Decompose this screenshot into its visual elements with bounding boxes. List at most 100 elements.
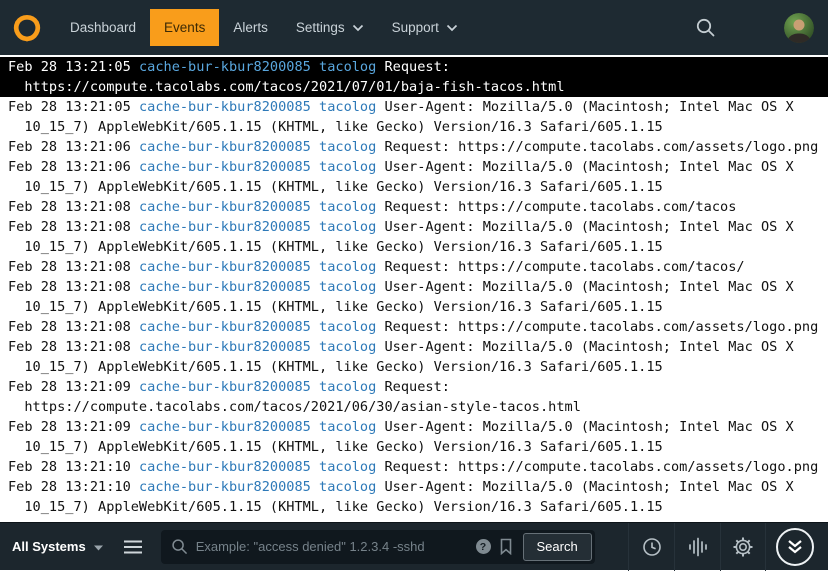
system-selector[interactable]: All Systems bbox=[12, 539, 113, 554]
footer-icon-group bbox=[628, 523, 766, 571]
search-input[interactable] bbox=[196, 539, 468, 554]
log-event-row[interactable]: Feb 28 13:21:09 cache-bur-kbur8200085 ta… bbox=[0, 417, 828, 457]
log-event-row[interactable]: Feb 28 13:21:08 cache-bur-kbur8200085 ta… bbox=[0, 197, 828, 217]
log-message: Request: https://compute.tacolabs.com/as… bbox=[385, 139, 819, 155]
search-button[interactable]: Search bbox=[523, 533, 592, 561]
log-program-link[interactable]: tacolog bbox=[319, 379, 376, 395]
nav-item-label: Alerts bbox=[233, 20, 268, 35]
log-timestamp: Feb 28 13:21:08 bbox=[8, 319, 131, 335]
log-event-row[interactable]: Feb 28 13:21:08 cache-bur-kbur8200085 ta… bbox=[0, 337, 828, 377]
caret-down-icon bbox=[94, 539, 103, 554]
log-program-link[interactable]: tacolog bbox=[319, 139, 376, 155]
log-timestamp: Feb 28 13:21:05 bbox=[8, 59, 131, 75]
double-chevron-down-icon bbox=[786, 539, 804, 554]
log-program-link[interactable]: tacolog bbox=[319, 419, 376, 435]
log-message: Request: https://compute.tacolabs.com/ta… bbox=[385, 199, 737, 215]
log-host-link[interactable]: cache-bur-kbur8200085 bbox=[139, 339, 311, 355]
search-bar: ? Search bbox=[161, 530, 595, 564]
log-host-link[interactable]: cache-bur-kbur8200085 bbox=[139, 59, 311, 75]
search-icon[interactable] bbox=[695, 17, 716, 38]
nav-item-support[interactable]: Support bbox=[378, 9, 472, 46]
log-timestamp: Feb 28 13:21:08 bbox=[8, 339, 131, 355]
log-program-link[interactable]: tacolog bbox=[319, 159, 376, 175]
top-nav-right bbox=[695, 13, 828, 43]
nav-item-events[interactable]: Events bbox=[150, 9, 219, 46]
nav-item-dashboard[interactable]: Dashboard bbox=[56, 9, 150, 46]
log-timestamp: Feb 28 13:21:08 bbox=[8, 219, 131, 235]
log-event-row[interactable]: Feb 28 13:21:09 cache-bur-kbur8200085 ta… bbox=[0, 377, 828, 417]
log-timestamp: Feb 28 13:21:08 bbox=[8, 199, 131, 215]
log-host-link[interactable]: cache-bur-kbur8200085 bbox=[139, 139, 311, 155]
chevron-down-icon bbox=[352, 24, 364, 32]
log-event-row[interactable]: Feb 28 13:21:05 cache-bur-kbur8200085 ta… bbox=[0, 97, 828, 137]
log-program-link[interactable]: tacolog bbox=[319, 199, 376, 215]
top-nav: Dashboard Events Alerts Settings Support bbox=[0, 0, 828, 55]
log-timestamp: Feb 28 13:21:08 bbox=[8, 279, 131, 295]
nav-item-label: Events bbox=[164, 20, 205, 35]
log-timestamp: Feb 28 13:21:06 bbox=[8, 159, 131, 175]
solarwinds-logo-icon[interactable] bbox=[12, 13, 42, 43]
log-event-row[interactable]: Feb 28 13:21:08 cache-bur-kbur8200085 ta… bbox=[0, 217, 828, 257]
log-host-link[interactable]: cache-bur-kbur8200085 bbox=[139, 319, 311, 335]
time-jump-button[interactable] bbox=[628, 523, 674, 571]
log-host-link[interactable]: cache-bur-kbur8200085 bbox=[139, 459, 311, 475]
system-selector-label: All Systems bbox=[12, 539, 86, 554]
log-host-link[interactable]: cache-bur-kbur8200085 bbox=[139, 279, 311, 295]
log-host-link[interactable]: cache-bur-kbur8200085 bbox=[139, 219, 311, 235]
log-program-link[interactable]: tacolog bbox=[319, 279, 376, 295]
log-timestamp: Feb 28 13:21:08 bbox=[8, 259, 131, 275]
log-program-link[interactable]: tacolog bbox=[319, 219, 376, 235]
nav-item-label: Settings bbox=[296, 20, 345, 35]
log-program-link[interactable]: tacolog bbox=[319, 339, 376, 355]
nav-item-label: Dashboard bbox=[70, 20, 136, 35]
footer-toolbar: All Systems ? Search bbox=[0, 522, 828, 570]
log-event-row[interactable]: Feb 28 13:21:06 cache-bur-kbur8200085 ta… bbox=[0, 157, 828, 197]
avatar[interactable] bbox=[784, 13, 814, 43]
help-icon-glyph: ? bbox=[480, 541, 486, 553]
log-host-link[interactable]: cache-bur-kbur8200085 bbox=[139, 159, 311, 175]
log-timestamp: Feb 28 13:21:09 bbox=[8, 379, 131, 395]
clock-icon bbox=[641, 536, 663, 558]
log-event-row[interactable]: Feb 28 13:21:08 cache-bur-kbur8200085 ta… bbox=[0, 317, 828, 337]
log-event-row[interactable]: Feb 28 13:21:10 cache-bur-kbur8200085 ta… bbox=[0, 457, 828, 477]
log-program-link[interactable]: tacolog bbox=[319, 59, 376, 75]
log-velocity-button[interactable] bbox=[674, 523, 720, 571]
help-icon[interactable]: ? bbox=[476, 539, 491, 554]
log-program-link[interactable]: tacolog bbox=[319, 99, 376, 115]
waveform-icon bbox=[687, 536, 709, 558]
log-host-link[interactable]: cache-bur-kbur8200085 bbox=[139, 99, 311, 115]
log-message: Request: https://compute.tacolabs.com/as… bbox=[385, 459, 819, 475]
nav-item-alerts[interactable]: Alerts bbox=[219, 9, 282, 46]
log-host-link[interactable]: cache-bur-kbur8200085 bbox=[139, 259, 311, 275]
log-event-row[interactable]: Feb 28 13:21:08 cache-bur-kbur8200085 ta… bbox=[0, 277, 828, 317]
log-host-link[interactable]: cache-bur-kbur8200085 bbox=[139, 379, 311, 395]
chevron-down-icon bbox=[446, 24, 458, 32]
menu-icon[interactable] bbox=[113, 539, 153, 555]
log-program-link[interactable]: tacolog bbox=[319, 459, 376, 475]
log-timestamp: Feb 28 13:21:10 bbox=[8, 459, 131, 475]
log-host-link[interactable]: cache-bur-kbur8200085 bbox=[139, 419, 311, 435]
log-timestamp: Feb 28 13:21:06 bbox=[8, 139, 131, 155]
gear-icon bbox=[732, 536, 754, 558]
log-event-row[interactable]: Feb 28 13:21:06 cache-bur-kbur8200085 ta… bbox=[0, 137, 828, 157]
log-timestamp: Feb 28 13:21:09 bbox=[8, 419, 131, 435]
log-timestamp: Feb 28 13:21:05 bbox=[8, 99, 131, 115]
log-program-link[interactable]: tacolog bbox=[319, 479, 376, 495]
log-view: Feb 28 13:21:05 cache-bur-kbur8200085 ta… bbox=[0, 55, 828, 522]
scroll-to-bottom-button[interactable] bbox=[776, 528, 814, 566]
log-event-row[interactable]: Feb 28 13:21:08 cache-bur-kbur8200085 ta… bbox=[0, 257, 828, 277]
nav-item-label: Support bbox=[392, 20, 439, 35]
log-host-link[interactable]: cache-bur-kbur8200085 bbox=[139, 199, 311, 215]
settings-button[interactable] bbox=[720, 523, 766, 571]
log-program-link[interactable]: tacolog bbox=[319, 319, 376, 335]
main-nav: Dashboard Events Alerts Settings Support bbox=[56, 0, 472, 55]
search-icon bbox=[171, 538, 188, 555]
log-message: Request: https://compute.tacolabs.com/ta… bbox=[385, 259, 745, 275]
bookmark-icon[interactable] bbox=[499, 538, 513, 555]
log-event-row[interactable]: Feb 28 13:21:10 cache-bur-kbur8200085 ta… bbox=[0, 477, 828, 517]
log-event-row[interactable]: Feb 28 13:21:05 cache-bur-kbur8200085 ta… bbox=[0, 57, 828, 97]
log-program-link[interactable]: tacolog bbox=[319, 259, 376, 275]
log-timestamp: Feb 28 13:21:10 bbox=[8, 479, 131, 495]
log-host-link[interactable]: cache-bur-kbur8200085 bbox=[139, 479, 311, 495]
nav-item-settings[interactable]: Settings bbox=[282, 9, 378, 46]
